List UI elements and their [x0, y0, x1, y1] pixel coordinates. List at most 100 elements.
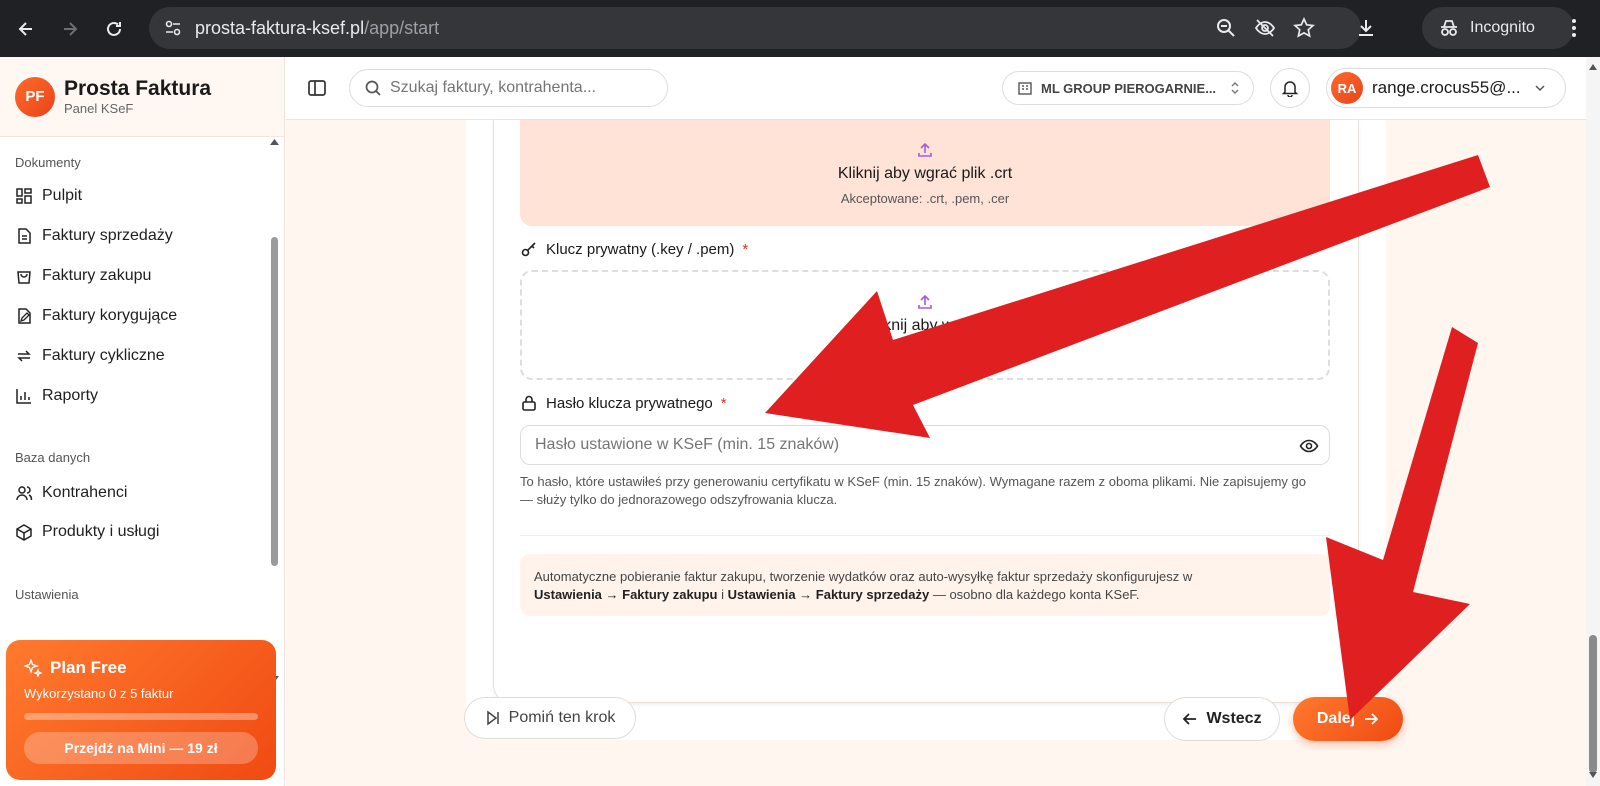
certificate-upload-title: Kliknij aby wgrać plik .crt: [837, 164, 1013, 182]
private-key-upload-zone[interactable]: Kliknij aby wgrać key, .pem: [520, 270, 1330, 380]
eye-icon[interactable]: [1299, 436, 1319, 456]
address-bar[interactable]: prosta-faktura-ksef.pl/app/start: [149, 7, 1361, 49]
reload-icon[interactable]: [92, 7, 136, 51]
sidebar-item-products[interactable]: Produkty i usługi: [15, 523, 159, 541]
private-key-upload-formats: key, .pem: [957, 342, 1013, 358]
dashboard-icon: [16, 188, 32, 204]
arrow-right-icon: [1365, 713, 1379, 725]
user-email: range.crocus55@...: [1372, 78, 1521, 97]
package-icon: [16, 524, 32, 541]
password-input[interactable]: [535, 436, 1275, 454]
brand-subtitle: Panel KSeF: [64, 101, 134, 116]
repeat-icon: [17, 350, 31, 362]
password-label-text: Hasło klucza prywatnego: [546, 394, 713, 412]
bell-icon: [1281, 81, 1299, 97]
sidebar-item-dashboard[interactable]: Pulpit: [15, 187, 82, 205]
arrow-left-icon: [1183, 713, 1197, 725]
info-settings-purchase: Ustawienia → Faktury zakupu: [534, 587, 718, 602]
lock-icon: [522, 395, 536, 411]
upgrade-button[interactable]: Przejdź na Mini — 19 zł: [24, 732, 258, 764]
certificate-upload-zone[interactable]: Kliknij aby wgrać plik .crt Akceptowane:…: [520, 120, 1330, 226]
sidebar-item-label: Faktury sprzedaży: [42, 227, 173, 244]
sidebar-item-label: Raporty: [42, 387, 99, 404]
private-key-upload-title: Kliknij aby wgrać: [865, 316, 985, 334]
sidebar-item-label: Pulpit: [42, 187, 83, 204]
sidebar-item-label: Kontrahenci: [42, 484, 128, 501]
next-button[interactable]: Dalej: [1293, 697, 1403, 741]
certificate-upload-formats: Akceptowane: .crt, .pem, .cer: [840, 190, 1010, 206]
zoom-icon[interactable]: [1215, 17, 1237, 39]
chevron-down-icon: [1535, 85, 1545, 92]
download-icon[interactable]: [1344, 6, 1388, 50]
sparkles-icon: [24, 659, 42, 677]
incognito-icon: [1441, 20, 1457, 36]
page-scroll-thumb[interactable]: [1589, 635, 1597, 773]
search-input[interactable]: [390, 79, 640, 97]
section-database: Baza danych: [15, 450, 91, 465]
plan-card: Plan Free Wykorzystano 0 z 5 faktur Prze…: [6, 640, 276, 780]
logo: PF: [15, 76, 55, 117]
brand-header[interactable]: PF Prosta Faktura Panel KSeF: [0, 57, 284, 137]
avatar: RA: [1331, 72, 1363, 104]
edit-document-icon: [18, 308, 31, 324]
info-settings-sales: Ustawienia → Faktury sprzedaży: [727, 587, 930, 602]
menu-dots-icon[interactable]: [1552, 6, 1596, 50]
sidebar-item-label: Faktury zakupu: [42, 267, 152, 284]
certificate-form: Kliknij aby wgrać plik .crt Akceptowane:…: [493, 120, 1359, 703]
plan-title: Plan Free: [50, 658, 127, 677]
search-icon: [365, 80, 381, 96]
info-text-suffix: — osobno dla każdego konta KSeF.: [932, 587, 1140, 602]
info-text: Automatyczne pobieranie faktur zakupu, t…: [534, 569, 1193, 584]
page-scrollbar[interactable]: [1586, 57, 1600, 786]
upload-icon: [918, 142, 932, 157]
main-area: ML GROUP PIEROGARNIE... RA range.crocus5…: [286, 57, 1586, 786]
shopping-bag-icon: [17, 271, 31, 284]
sidebar-item-label: Produkty i usługi: [42, 523, 160, 540]
sidebar-item-recurring-invoices[interactable]: Faktury cykliczne: [15, 347, 165, 365]
sidebar-item-contractors[interactable]: Kontrahenci: [15, 484, 127, 502]
sidebar-item-purchase-invoices[interactable]: Faktury zakupu: [15, 267, 151, 285]
section-settings: Ustawienia: [15, 587, 79, 602]
scroll-up-icon[interactable]: [1586, 61, 1600, 73]
next-label: Dalej: [1316, 710, 1356, 727]
info-box: Automatyczne pobieranie faktur zakupu, t…: [520, 554, 1330, 616]
back-button[interactable]: Wstecz: [1164, 697, 1280, 741]
required-mark: *: [742, 240, 749, 258]
eye-off-icon[interactable]: [1254, 17, 1276, 39]
url-text: prosta-faktura-ksef.pl/app/start: [195, 17, 440, 38]
back-arrow-icon[interactable]: [4, 7, 48, 51]
back-label: Wstecz: [1206, 710, 1262, 727]
sidebar-item-reports[interactable]: Raporty: [15, 387, 98, 405]
password-field[interactable]: [520, 425, 1330, 465]
sidebar-toggle-icon[interactable]: [306, 77, 328, 99]
users-icon: [16, 486, 33, 501]
sidebar-item-correction-invoices[interactable]: Faktury korygujące: [15, 307, 177, 325]
notifications-button[interactable]: [1270, 68, 1310, 108]
password-hint: To hasło, które ustawiłeś przy generowan…: [520, 474, 1306, 507]
sidebar-item-sales-invoices[interactable]: Faktury sprzedaży: [15, 227, 173, 245]
sidebar-item-label: Faktury cykliczne: [42, 347, 165, 364]
forward-arrow-icon[interactable]: [48, 7, 92, 51]
site-info-icon[interactable]: [163, 18, 183, 38]
search-box[interactable]: [349, 69, 668, 107]
divider: [520, 535, 1330, 536]
chevron-up-down-icon: [1231, 82, 1239, 94]
section-documents: Dokumenty: [15, 155, 81, 170]
password-label: Hasło klucza prywatnego *: [520, 394, 727, 412]
wizard-card: Kliknij aby wgrać plik .crt Akceptowane:…: [466, 120, 1386, 740]
sidebar-scroll-thumb[interactable]: [271, 237, 278, 566]
scroll-down-icon[interactable]: [1586, 769, 1600, 781]
plan-usage-bar: [24, 713, 258, 720]
skip-step-button[interactable]: Pomiń ten krok: [464, 697, 636, 739]
key-icon: [521, 242, 536, 257]
incognito-label: Incognito: [1470, 19, 1535, 36]
skip-step-label: Pomiń ten krok: [508, 709, 616, 726]
user-menu[interactable]: RA range.crocus55@...: [1326, 68, 1566, 108]
private-key-label-text: Klucz prywatny (.key / .pem): [546, 240, 735, 258]
scroll-up-icon[interactable]: [269, 137, 280, 147]
sidebar-scrollbar[interactable]: [269, 137, 280, 682]
browser-toolbar: prosta-faktura-ksef.pl/app/start Incogni…: [0, 0, 1600, 57]
info-text-and: i: [721, 587, 725, 602]
star-icon[interactable]: [1293, 17, 1315, 39]
company-selector[interactable]: ML GROUP PIEROGARNIE...: [1002, 71, 1254, 105]
